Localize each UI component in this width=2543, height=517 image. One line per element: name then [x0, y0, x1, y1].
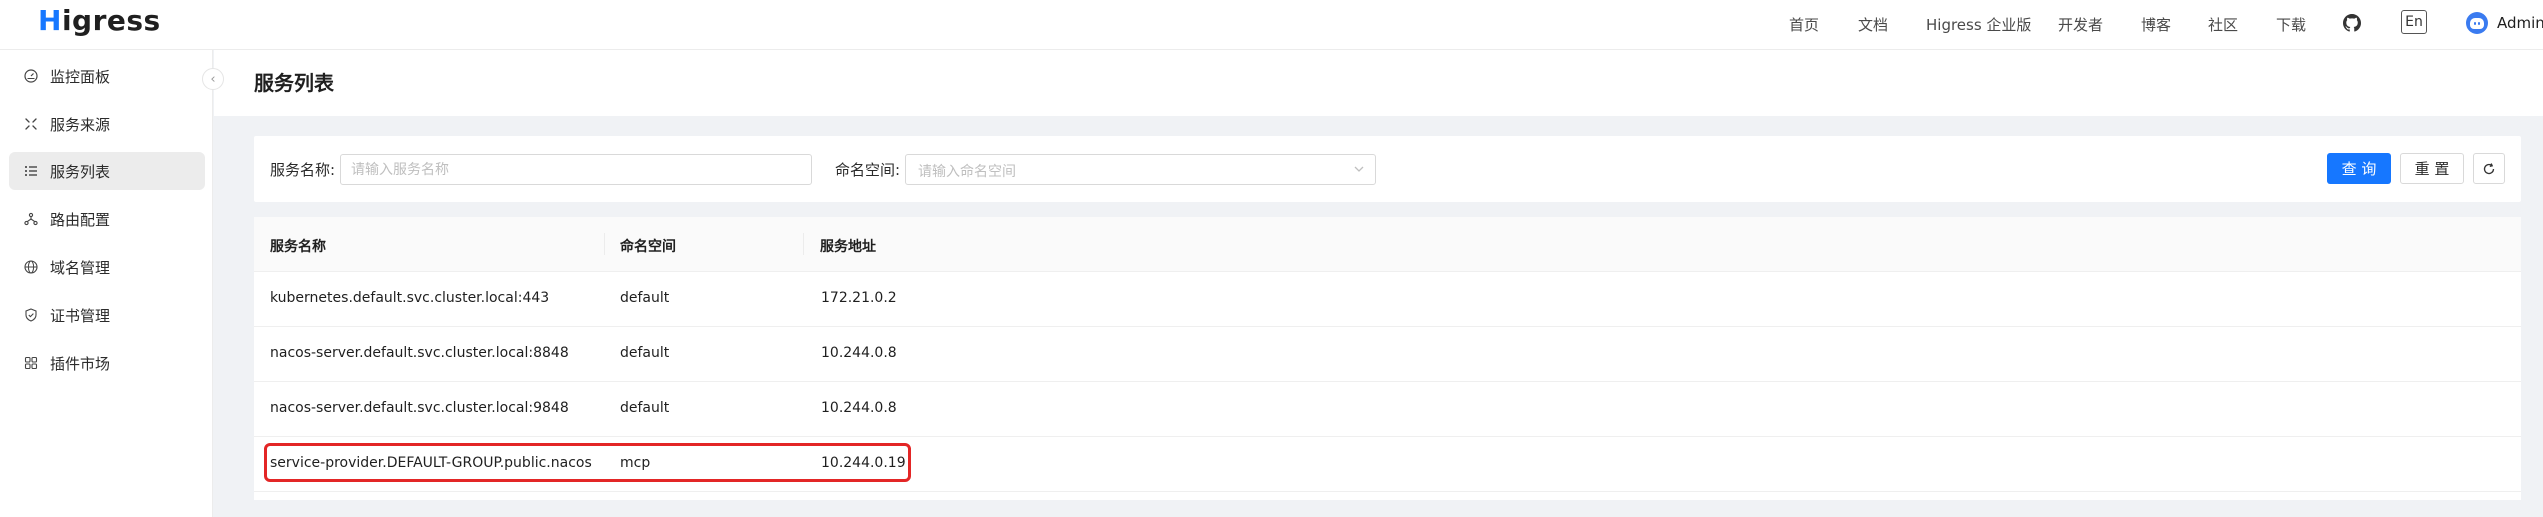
refresh-icon: [2483, 162, 2495, 174]
sidebar-item-route-config[interactable]: 路由配置: [9, 200, 205, 238]
table-header: 服务名称 命名空间 服务地址: [254, 217, 2521, 272]
sidebar-collapse-button[interactable]: ‹: [202, 68, 224, 90]
sidebar-item-label: 插件市场: [50, 354, 111, 373]
service-name-input[interactable]: [340, 154, 812, 185]
cell-address: 172.21.0.2: [821, 290, 897, 306]
cell-address: 10.244.0.8: [821, 400, 897, 416]
sidebar-item-label: 域名管理: [50, 258, 111, 277]
globe-icon: [23, 259, 39, 275]
dashboard-icon: [23, 68, 39, 84]
column-header-namespace: 命名空间: [620, 239, 676, 255]
sidebar-item-label: 证书管理: [50, 306, 111, 325]
sidebar-item-domain-management[interactable]: 域名管理: [9, 248, 205, 286]
cell-namespace: default: [620, 345, 670, 361]
cell-namespace: default: [620, 400, 670, 416]
column-header-address: 服务地址: [820, 239, 876, 255]
nav-blog[interactable]: 博客: [2141, 14, 2171, 35]
refresh-button[interactable]: [2473, 153, 2505, 184]
cell-address: 10.244.0.19: [821, 455, 906, 471]
plugin-icon: [23, 355, 39, 371]
cell-service-name: service-provider.DEFAULT-GROUP.public.na…: [270, 455, 592, 471]
page-header: 服务列表: [214, 50, 2543, 116]
nav-enterprise[interactable]: Higress 企业版: [1926, 14, 2031, 35]
table-row[interactable]: kubernetes.default.svc.cluster.local:443…: [254, 272, 2521, 327]
sidebar-item-dashboard[interactable]: 监控面板: [9, 57, 205, 95]
route-icon: [23, 211, 39, 227]
sidebar-item-label: 路由配置: [50, 210, 111, 229]
sidebar-item-plugin-market[interactable]: 插件市场: [9, 344, 205, 382]
table-row[interactable]: service-provider.DEFAULT-GROUP.public.na…: [254, 437, 2521, 492]
nav-community[interactable]: 社区: [2208, 14, 2238, 35]
nav-docs[interactable]: 文档: [1858, 14, 1888, 35]
cell-service-name: nacos-server.default.svc.cluster.local:8…: [270, 345, 569, 361]
higress-logo[interactable]: Higress: [38, 2, 161, 40]
avatar[interactable]: [2466, 12, 2488, 34]
nav-download[interactable]: 下载: [2276, 14, 2306, 35]
sidebar-item-service-source[interactable]: 服务来源: [9, 105, 205, 143]
cell-namespace: mcp: [620, 455, 651, 471]
cell-address: 10.244.0.8: [821, 345, 897, 361]
cell-namespace: default: [620, 290, 670, 306]
table-row[interactable]: nacos-server.default.svc.cluster.local:8…: [254, 327, 2521, 382]
github-icon[interactable]: [2343, 14, 2361, 32]
service-source-icon: [23, 116, 39, 132]
cell-service-name: nacos-server.default.svc.cluster.local:9…: [270, 400, 569, 416]
chevron-left-icon: ‹: [210, 71, 216, 87]
service-name-label: 服务名称:: [270, 161, 336, 179]
sidebar-item-service-list[interactable]: 服务列表: [9, 152, 205, 190]
sidebar-item-certificate-management[interactable]: 证书管理: [9, 296, 205, 334]
chevron-down-icon: [1354, 166, 1364, 172]
service-table: 服务名称 命名空间 服务地址 kubernetes.default.svc.cl…: [254, 217, 2521, 500]
user-name[interactable]: Admin: [2497, 0, 2543, 46]
shield-icon: [23, 307, 39, 323]
column-header-service-name: 服务名称: [270, 239, 326, 255]
sidebar-item-label: 服务列表: [50, 162, 111, 181]
sidebar: 监控面板 服务来源 服务列表 路由配置 域名管理 证书管理 插件市场: [0, 50, 213, 517]
page-title: 服务列表: [254, 71, 334, 95]
top-header: Higress 首页 文档 Higress 企业版 开发者 博客 社区 下载 E…: [0, 0, 2543, 50]
sidebar-item-label: 监控面板: [50, 67, 111, 86]
nav-home[interactable]: 首页: [1789, 14, 1819, 35]
cell-service-name: kubernetes.default.svc.cluster.local:443: [270, 290, 550, 306]
list-icon: [23, 163, 39, 179]
reset-button[interactable]: 重 置: [2400, 153, 2464, 184]
nav-developers[interactable]: 开发者: [2058, 14, 2103, 35]
table-row[interactable]: nacos-server.default.svc.cluster.local:9…: [254, 382, 2521, 437]
search-button[interactable]: 查 询: [2327, 153, 2391, 184]
filter-bar: 服务名称: 命名空间: 请输入命名空间 查 询 重 置: [254, 136, 2521, 202]
namespace-label: 命名空间:: [835, 161, 901, 179]
sidebar-item-label: 服务来源: [50, 115, 111, 134]
namespace-placeholder: 请输入命名空间: [918, 164, 1016, 180]
language-switch[interactable]: En: [2401, 10, 2427, 34]
namespace-select[interactable]: 请输入命名空间: [905, 154, 1376, 185]
